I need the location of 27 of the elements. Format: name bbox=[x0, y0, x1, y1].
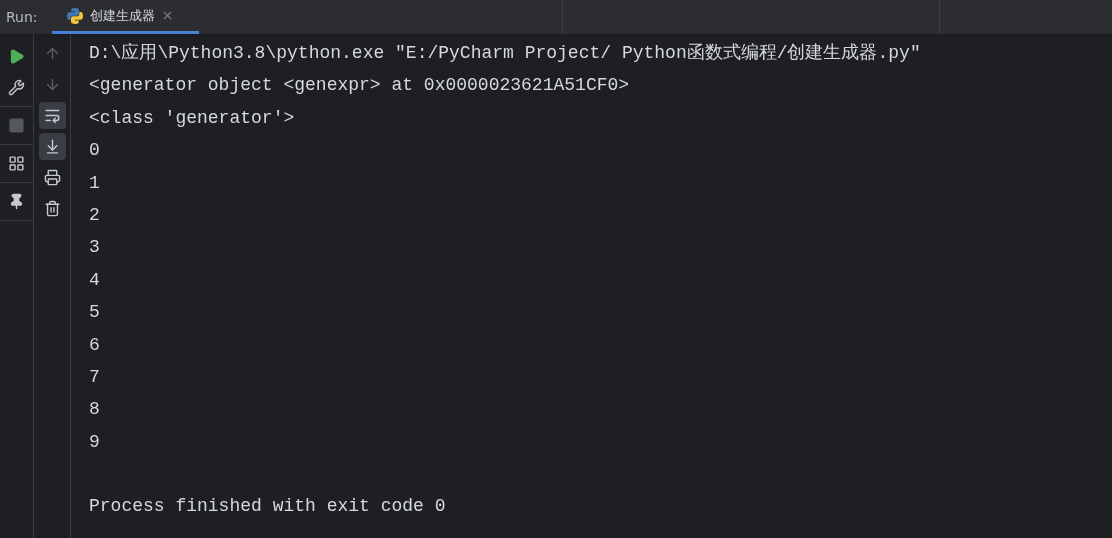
run-tab[interactable]: 创建生成器 bbox=[51, 0, 199, 34]
grid-icon bbox=[8, 155, 25, 172]
console-line: 8 bbox=[89, 398, 101, 422]
python-logo-icon bbox=[65, 6, 84, 25]
console-line: 2 bbox=[89, 203, 101, 227]
run-label: Run: bbox=[5, 8, 39, 27]
console-line: <class 'generator'> bbox=[89, 106, 296, 130]
wrap-icon bbox=[43, 107, 61, 124]
console-line: 3 bbox=[89, 236, 101, 260]
console-line: 5 bbox=[89, 301, 101, 325]
scroll-to-end-button[interactable] bbox=[38, 133, 66, 160]
wrench-icon bbox=[8, 79, 25, 96]
pin-icon bbox=[8, 193, 25, 210]
square-icon bbox=[8, 117, 25, 134]
console-line: 7 bbox=[89, 365, 101, 389]
console-line: 4 bbox=[89, 268, 101, 292]
console-line: 6 bbox=[89, 333, 101, 357]
exit-message: Process finished with exit code 0 bbox=[89, 495, 447, 519]
console-line: <generator object <genexpr> at 0x0000023621A51CF0> bbox=[89, 74, 631, 98]
trash-icon bbox=[43, 200, 61, 217]
soft-wrap-button[interactable] bbox=[38, 102, 66, 129]
console-line: 1 bbox=[89, 171, 101, 195]
console-line: 9 bbox=[89, 430, 101, 454]
console-line: 0 bbox=[89, 139, 101, 163]
printer-icon bbox=[43, 169, 61, 186]
play-icon bbox=[8, 48, 25, 65]
console-line: D:\应用\Python3.8\python.exe "E:/PyCharm Project/ Python函数式编程/创建生成器.py" bbox=[89, 42, 922, 65]
